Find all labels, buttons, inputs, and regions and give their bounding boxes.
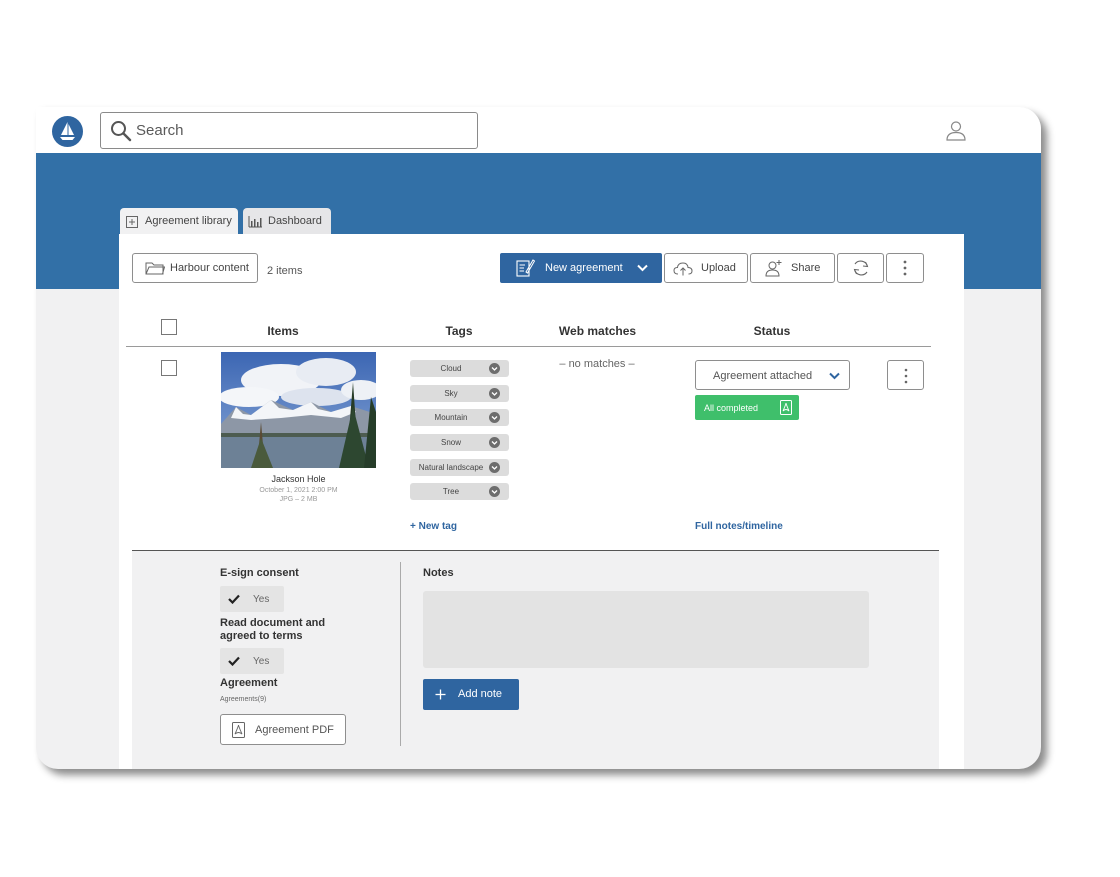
notes-label: Notes xyxy=(423,567,454,579)
add-note-label: Add note xyxy=(458,688,503,700)
refresh-icon xyxy=(853,260,868,276)
status-dropdown[interactable]: Agreement attached xyxy=(695,360,850,390)
tag-label: Cloud xyxy=(440,364,462,373)
add-note-button[interactable]: Add note xyxy=(423,679,519,710)
column-header-status: Status xyxy=(753,324,791,338)
agreement-label: Agreement xyxy=(220,677,278,689)
read-agreed-label: Read document and agreed to terms xyxy=(220,617,326,642)
check-icon xyxy=(228,656,240,666)
tag-label: Snow xyxy=(440,438,461,447)
app-window: Agreement library Dashboard Harbour cont… xyxy=(36,107,1041,769)
search-icon xyxy=(110,120,132,147)
esign-yes-chip[interactable]: Yes xyxy=(220,586,284,612)
pdf-icon xyxy=(780,400,792,415)
chevron-down-icon[interactable] xyxy=(489,388,500,399)
more-vertical-icon xyxy=(903,260,907,276)
search-input[interactable] xyxy=(136,113,466,148)
more-vertical-icon xyxy=(904,368,908,384)
check-icon xyxy=(228,594,240,604)
esign-label: E-sign consent xyxy=(220,567,299,579)
detail-divider xyxy=(400,562,401,746)
item-thumbnail[interactable] xyxy=(221,352,376,468)
notes-textarea[interactable] xyxy=(423,591,869,668)
web-matches-value: – no matches – xyxy=(559,358,635,370)
refresh-button[interactable] xyxy=(837,253,884,283)
select-all-checkbox[interactable] xyxy=(161,319,177,335)
tag-chip[interactable]: Snow xyxy=(410,434,509,451)
row-checkbox[interactable] xyxy=(161,360,177,376)
top-bar xyxy=(36,107,1041,153)
plus-icon xyxy=(435,689,446,700)
tag-label: Mountain xyxy=(434,413,468,422)
tag-label: Natural landscape xyxy=(418,463,484,472)
read-yes-chip[interactable]: Yes xyxy=(220,648,284,674)
dashboard-icon xyxy=(248,215,262,227)
status-value: Agreement attached xyxy=(713,370,813,382)
tag-chip[interactable]: Cloud xyxy=(410,360,509,377)
tag-chip[interactable]: Mountain xyxy=(410,409,509,426)
item-file-info: JPG – 2 MB xyxy=(279,496,318,503)
share-label: Share xyxy=(791,262,821,274)
upload-label: Upload xyxy=(701,262,736,274)
tab-label: Dashboard xyxy=(268,215,322,227)
agreement-count: Agreements(9) xyxy=(220,696,267,703)
column-header-items: Items xyxy=(267,324,299,338)
tag-chip[interactable]: Sky xyxy=(410,385,509,402)
library-icon xyxy=(126,215,138,228)
tag-chip[interactable]: Tree xyxy=(410,483,509,500)
tab-label: Agreement library xyxy=(145,215,232,227)
upload-button[interactable]: Upload xyxy=(664,253,748,283)
agreement-pdf-button[interactable]: Agreement PDF xyxy=(220,714,346,745)
tag-label: Sky xyxy=(444,389,458,398)
chevron-down-icon[interactable] xyxy=(489,462,500,473)
read-value: Yes xyxy=(253,656,270,667)
tab-agreement-library[interactable]: Agreement library xyxy=(120,208,238,234)
new-agreement-label: New agreement xyxy=(545,262,623,274)
share-button[interactable]: Share xyxy=(750,253,835,283)
logo-sailboat-icon[interactable] xyxy=(52,116,83,147)
search-box xyxy=(100,112,478,149)
column-header-web-matches: Web matches xyxy=(558,324,637,338)
folder-icon xyxy=(145,262,165,275)
chevron-down-icon[interactable] xyxy=(489,363,500,374)
column-header-tags: Tags xyxy=(445,324,473,338)
folder-label: Harbour content xyxy=(170,262,249,274)
add-user-icon xyxy=(765,260,782,277)
new-agreement-button[interactable]: New agreement xyxy=(500,253,662,283)
tag-label: Tree xyxy=(442,487,460,496)
agreement-pdf-label: Agreement PDF xyxy=(255,724,334,736)
upload-cloud-icon xyxy=(673,261,693,275)
tag-chip[interactable]: Natural landscape xyxy=(410,459,509,476)
user-icon[interactable] xyxy=(944,120,968,147)
more-options-button[interactable] xyxy=(886,253,924,283)
tab-dashboard[interactable]: Dashboard xyxy=(243,208,331,234)
pdf-icon xyxy=(232,722,245,738)
item-meta: October 1, 2021 2:00 PM JPG – 2 MB xyxy=(221,486,376,504)
status-badge[interactable]: All completed xyxy=(695,395,799,420)
esign-value: Yes xyxy=(253,594,270,605)
new-tag-link[interactable]: + New tag xyxy=(410,521,457,532)
chevron-down-icon[interactable] xyxy=(489,412,500,423)
chevron-down-icon[interactable] xyxy=(489,486,500,497)
agreement-icon xyxy=(516,259,535,277)
chevron-down-icon xyxy=(829,372,840,380)
items-count: 2 items xyxy=(267,265,303,277)
full-notes-link[interactable]: Full notes/timeline xyxy=(695,521,783,532)
header-divider xyxy=(126,346,931,347)
status-badge-label: All completed xyxy=(704,403,759,413)
chevron-down-icon[interactable] xyxy=(489,437,500,448)
item-date: October 1, 2021 2:00 PM xyxy=(259,487,338,494)
folder-button[interactable]: Harbour content xyxy=(132,253,258,283)
chevron-down-icon xyxy=(636,264,648,272)
row-more-button[interactable] xyxy=(887,360,924,390)
item-title: Jackson Hole xyxy=(271,474,326,484)
